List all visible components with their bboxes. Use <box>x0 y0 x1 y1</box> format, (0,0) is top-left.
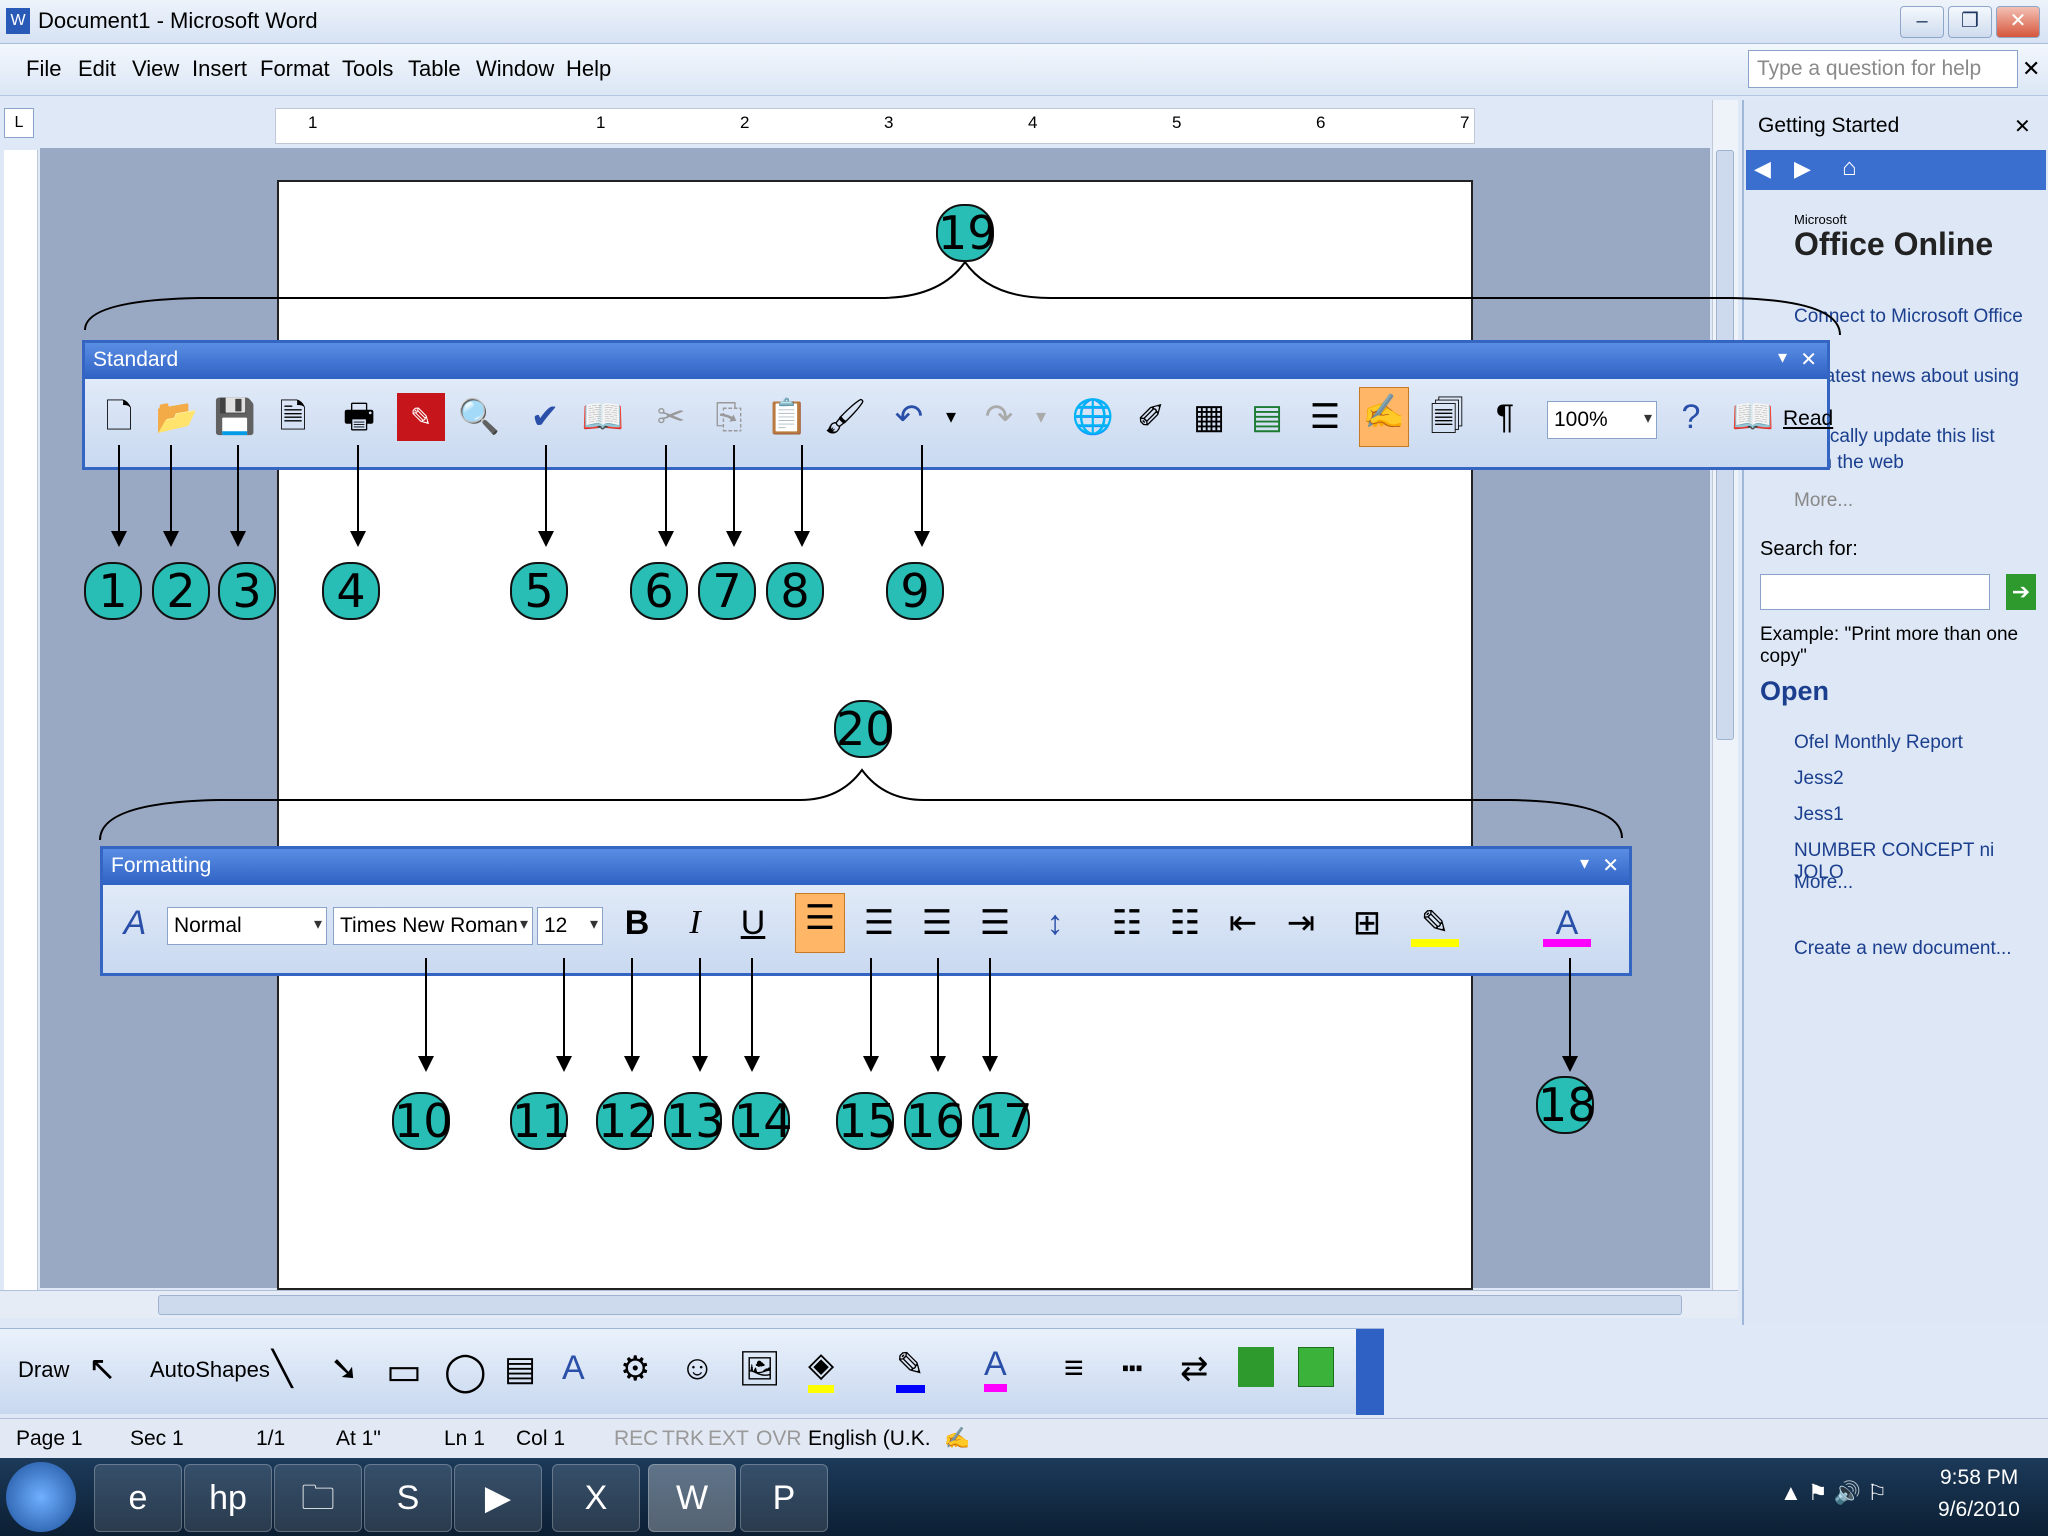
select-objects-icon[interactable]: ↖ <box>88 1349 117 1389</box>
arrow <box>744 958 760 1072</box>
draw-font-color-icon[interactable]: A <box>984 1345 1007 1392</box>
clock-time[interactable]: 9:58 PM <box>1940 1466 2018 1490</box>
annotation-badge-14: 14 <box>732 1092 793 1150</box>
annotation-badge-15: 15 <box>836 1092 897 1150</box>
clock-date[interactable]: 9/6/2010 <box>1938 1498 2020 1522</box>
arrow-icon[interactable]: ➘ <box>330 1349 359 1389</box>
annotation-badge-19: 19 <box>936 204 997 262</box>
annotation-badge-17: 17 <box>972 1092 1033 1150</box>
arrow <box>863 958 879 1072</box>
3d-style-icon[interactable] <box>1298 1347 1334 1387</box>
arrow <box>163 445 179 547</box>
word-taskbar-icon[interactable]: W <box>648 1464 736 1532</box>
arrow <box>726 445 742 547</box>
arrow <box>350 445 366 547</box>
arrow <box>794 445 810 547</box>
draw-menu[interactable]: Draw <box>18 1357 69 1383</box>
media-player-icon[interactable]: ▶ <box>454 1464 542 1532</box>
annotation-badge-8: 8 <box>766 562 824 620</box>
status-bar: Page 1 Sec 1 1/1 At 1" Ln 1 Col 1 REC TR… <box>0 1418 2048 1458</box>
arrow <box>556 958 572 1072</box>
start-button[interactable] <box>6 1462 76 1532</box>
windows-taskbar: e hp 🗀 S ▶ X W P ▲ ⚑ 🔊 ⚐ 9:58 PM 9/6/201… <box>0 1458 2048 1536</box>
wordart-icon[interactable]: A <box>562 1349 585 1388</box>
hp-icon[interactable]: hp <box>184 1464 272 1532</box>
status-page: Page 1 <box>16 1427 83 1450</box>
annotation-badge-3: 3 <box>218 562 276 620</box>
annotation-badge-12: 12 <box>596 1092 657 1150</box>
status-position: At 1" <box>336 1427 381 1450</box>
autoshapes-menu[interactable]: AutoShapes <box>150 1357 270 1383</box>
arrow <box>230 445 246 547</box>
shadow-style-icon[interactable] <box>1238 1347 1274 1387</box>
drawing-toolbar: Draw ↖ AutoShapes ╲ ➘ ▭ ◯ ▤ A ⚙ ☺ 🖼 ◈ ✎ … <box>0 1328 1384 1415</box>
annotation-braces <box>84 260 1841 841</box>
status-line: Ln 1 <box>444 1427 485 1450</box>
line-icon[interactable]: ╲ <box>272 1349 292 1389</box>
excel-taskbar-icon[interactable]: X <box>552 1464 640 1532</box>
annotation-badge-11: 11 <box>510 1092 571 1150</box>
annotation-badge-1: 1 <box>84 562 142 620</box>
dash-style-icon[interactable]: ┅ <box>1122 1349 1142 1389</box>
status-section: Sec 1 <box>130 1427 184 1450</box>
annotation-badge-16: 16 <box>904 1092 965 1150</box>
status-language: English (U.K. <box>808 1427 931 1450</box>
status-pages: 1/1 <box>256 1427 286 1450</box>
annotation-badge-4: 4 <box>322 562 380 620</box>
arrow <box>658 445 674 547</box>
arrow <box>692 958 708 1072</box>
annotation-badge-18: 18 <box>1536 1076 1597 1134</box>
annotation-badge-10: 10 <box>392 1092 453 1150</box>
line-style-icon[interactable]: ≡ <box>1064 1349 1084 1388</box>
arrow <box>982 958 998 1072</box>
arrow-style-icon[interactable]: ⇄ <box>1180 1349 1209 1389</box>
arrow <box>111 445 127 547</box>
rectangle-icon[interactable]: ▭ <box>386 1349 422 1394</box>
spelling-status-icon[interactable]: ✍ <box>944 1427 970 1451</box>
text-box-icon[interactable]: ▤ <box>504 1349 536 1389</box>
arrow <box>624 958 640 1072</box>
annotation-badge-9: 9 <box>886 562 944 620</box>
arrow <box>930 958 946 1072</box>
fill-color-icon[interactable]: ◈ <box>808 1345 835 1393</box>
line-color-icon[interactable]: ✎ <box>896 1345 925 1393</box>
clip-art-icon[interactable]: ☺ <box>680 1349 715 1388</box>
picture-icon[interactable]: 🖼 <box>738 1349 781 1389</box>
oval-icon[interactable]: ◯ <box>444 1349 487 1394</box>
status-rec[interactable]: REC <box>614 1427 658 1451</box>
status-trk[interactable]: TRK <box>662 1427 704 1451</box>
tray-icons[interactable]: ▲ ⚑ 🔊 ⚐ <box>1780 1480 1887 1506</box>
explorer-icon[interactable]: 🗀 <box>274 1464 362 1532</box>
annotation-badge-20: 20 <box>834 700 895 758</box>
arrow <box>1562 958 1578 1072</box>
toolbar-options-icon[interactable] <box>1356 1329 1384 1415</box>
arrow <box>418 958 434 1072</box>
annotation-badge-2: 2 <box>152 562 210 620</box>
annotation-badge-5: 5 <box>510 562 568 620</box>
annotation-badge-7: 7 <box>698 562 756 620</box>
arrow <box>538 445 554 547</box>
arrow <box>914 445 930 547</box>
status-column: Col 1 <box>516 1427 566 1450</box>
internet-explorer-icon[interactable]: e <box>94 1464 182 1532</box>
annotation-badge-13: 13 <box>664 1092 725 1150</box>
status-ovr[interactable]: OVR <box>756 1427 802 1451</box>
diagram-icon[interactable]: ⚙ <box>620 1349 650 1389</box>
annotation-badge-6: 6 <box>630 562 688 620</box>
smart-icon[interactable]: S <box>364 1464 452 1532</box>
status-ext[interactable]: EXT <box>708 1427 749 1451</box>
powerpoint-taskbar-icon[interactable]: P <box>740 1464 828 1532</box>
